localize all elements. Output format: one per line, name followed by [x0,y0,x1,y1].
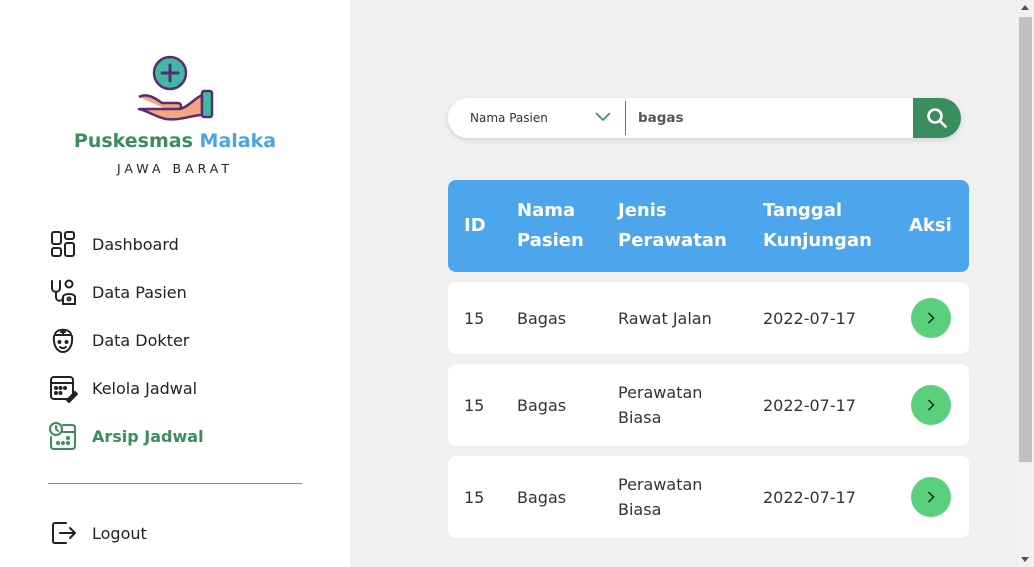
search-separator [625,101,626,135]
cell-jenis-line2: Biasa [618,500,662,519]
cell-tanggal: 2022-07-17 [763,488,856,507]
filter-selected-value: Nama Pasien [470,111,548,125]
calendar-clock-icon [48,421,78,451]
brand-name-part2: Malaka [199,130,277,152]
sidebar-divider [48,483,302,484]
cell-nama: Bagas [517,488,567,507]
sidebar-item-label: Data Pasien [92,282,187,302]
scrollbar-thumb[interactable] [1019,17,1032,462]
cell-nama: Bagas [517,309,567,328]
chevron-right-icon [928,491,935,503]
header-tanggal-line1: Tanggal [763,200,843,221]
calendar-edit-icon [48,373,78,403]
sidebar: Puskesmas Malaka JAWA BARAT Dashboard Da… [0,0,350,567]
table-row: 15 Bagas Rawat Jalan 2022-07-17 [448,282,969,354]
sidebar-item-label: Dashboard [92,234,179,254]
sidebar-item-kelola-jadwal[interactable]: Kelola Jadwal [48,372,197,404]
table-row: 15 Bagas Perawatan Biasa 2022-07-17 [448,364,969,446]
cell-id: 15 [464,309,485,328]
chevron-right-icon [928,312,935,324]
detail-button[interactable] [911,477,951,517]
header-jenis-line1: Jenis [618,200,667,221]
sidebar-item-arsip-jadwal[interactable]: Arsip Jadwal [48,420,204,452]
cell-jenis-line2: Biasa [618,408,662,427]
header-tanggal-line2: Kunjungan [763,230,872,251]
stethoscope-icon [48,277,78,307]
dashboard-icon [48,229,78,259]
cell-jenis: Rawat Jalan [618,309,712,328]
sidebar-item-data-dokter[interactable]: Data Dokter [48,324,189,356]
search-icon [927,108,947,128]
sidebar-item-label: Arsip Jadwal [92,426,204,446]
sidebar-item-label: Kelola Jadwal [92,378,198,398]
cell-tanggal: 2022-07-17 [763,309,856,328]
cell-id: 15 [464,396,485,415]
detail-button[interactable] [911,298,951,338]
doctor-icon [48,325,78,355]
chevron-right-icon [928,399,935,411]
cell-nama: Bagas [517,396,567,415]
sidebar-item-data-pasien[interactable]: Data Pasien [48,276,187,308]
chevron-down-icon [595,112,611,122]
logo-icon [137,55,214,121]
brand-name-part1: Puskesmas [73,130,193,152]
brand-region: JAWA BARAT [116,161,234,176]
header-id: ID [464,215,486,236]
scroll-up-arrow-icon[interactable] [1021,5,1029,10]
header-aksi: Aksi [909,215,952,236]
detail-button[interactable] [911,385,951,425]
header-jenis-line2: Perawatan [618,230,727,251]
logout-button[interactable]: Logout [48,517,147,549]
cell-tanggal: 2022-07-17 [763,396,856,415]
search-bar: Nama Pasien [448,98,961,138]
scroll-down-arrow-icon[interactable] [1021,557,1029,562]
cell-id: 15 [464,488,485,507]
cell-jenis-line1: Perawatan [618,383,703,402]
sidebar-item-label: Data Dokter [92,330,190,350]
header-nama-line1: Nama [517,200,576,221]
table-header: ID Nama Pasien Jenis Perawatan Tanggal K… [448,180,969,272]
sidebar-item-dashboard[interactable]: Dashboard [48,228,179,260]
table-row: 15 Bagas Perawatan Biasa 2022-07-17 [448,456,969,538]
search-input[interactable] [638,98,908,138]
brand-name: Puskesmas Malaka [0,130,350,152]
header-nama-line2: Pasien [517,230,584,251]
search-button[interactable] [913,98,961,138]
page-scrollbar[interactable] [1017,0,1034,567]
logout-icon [48,518,78,548]
logout-label: Logout [92,523,147,543]
cell-jenis-line1: Perawatan [618,475,703,494]
